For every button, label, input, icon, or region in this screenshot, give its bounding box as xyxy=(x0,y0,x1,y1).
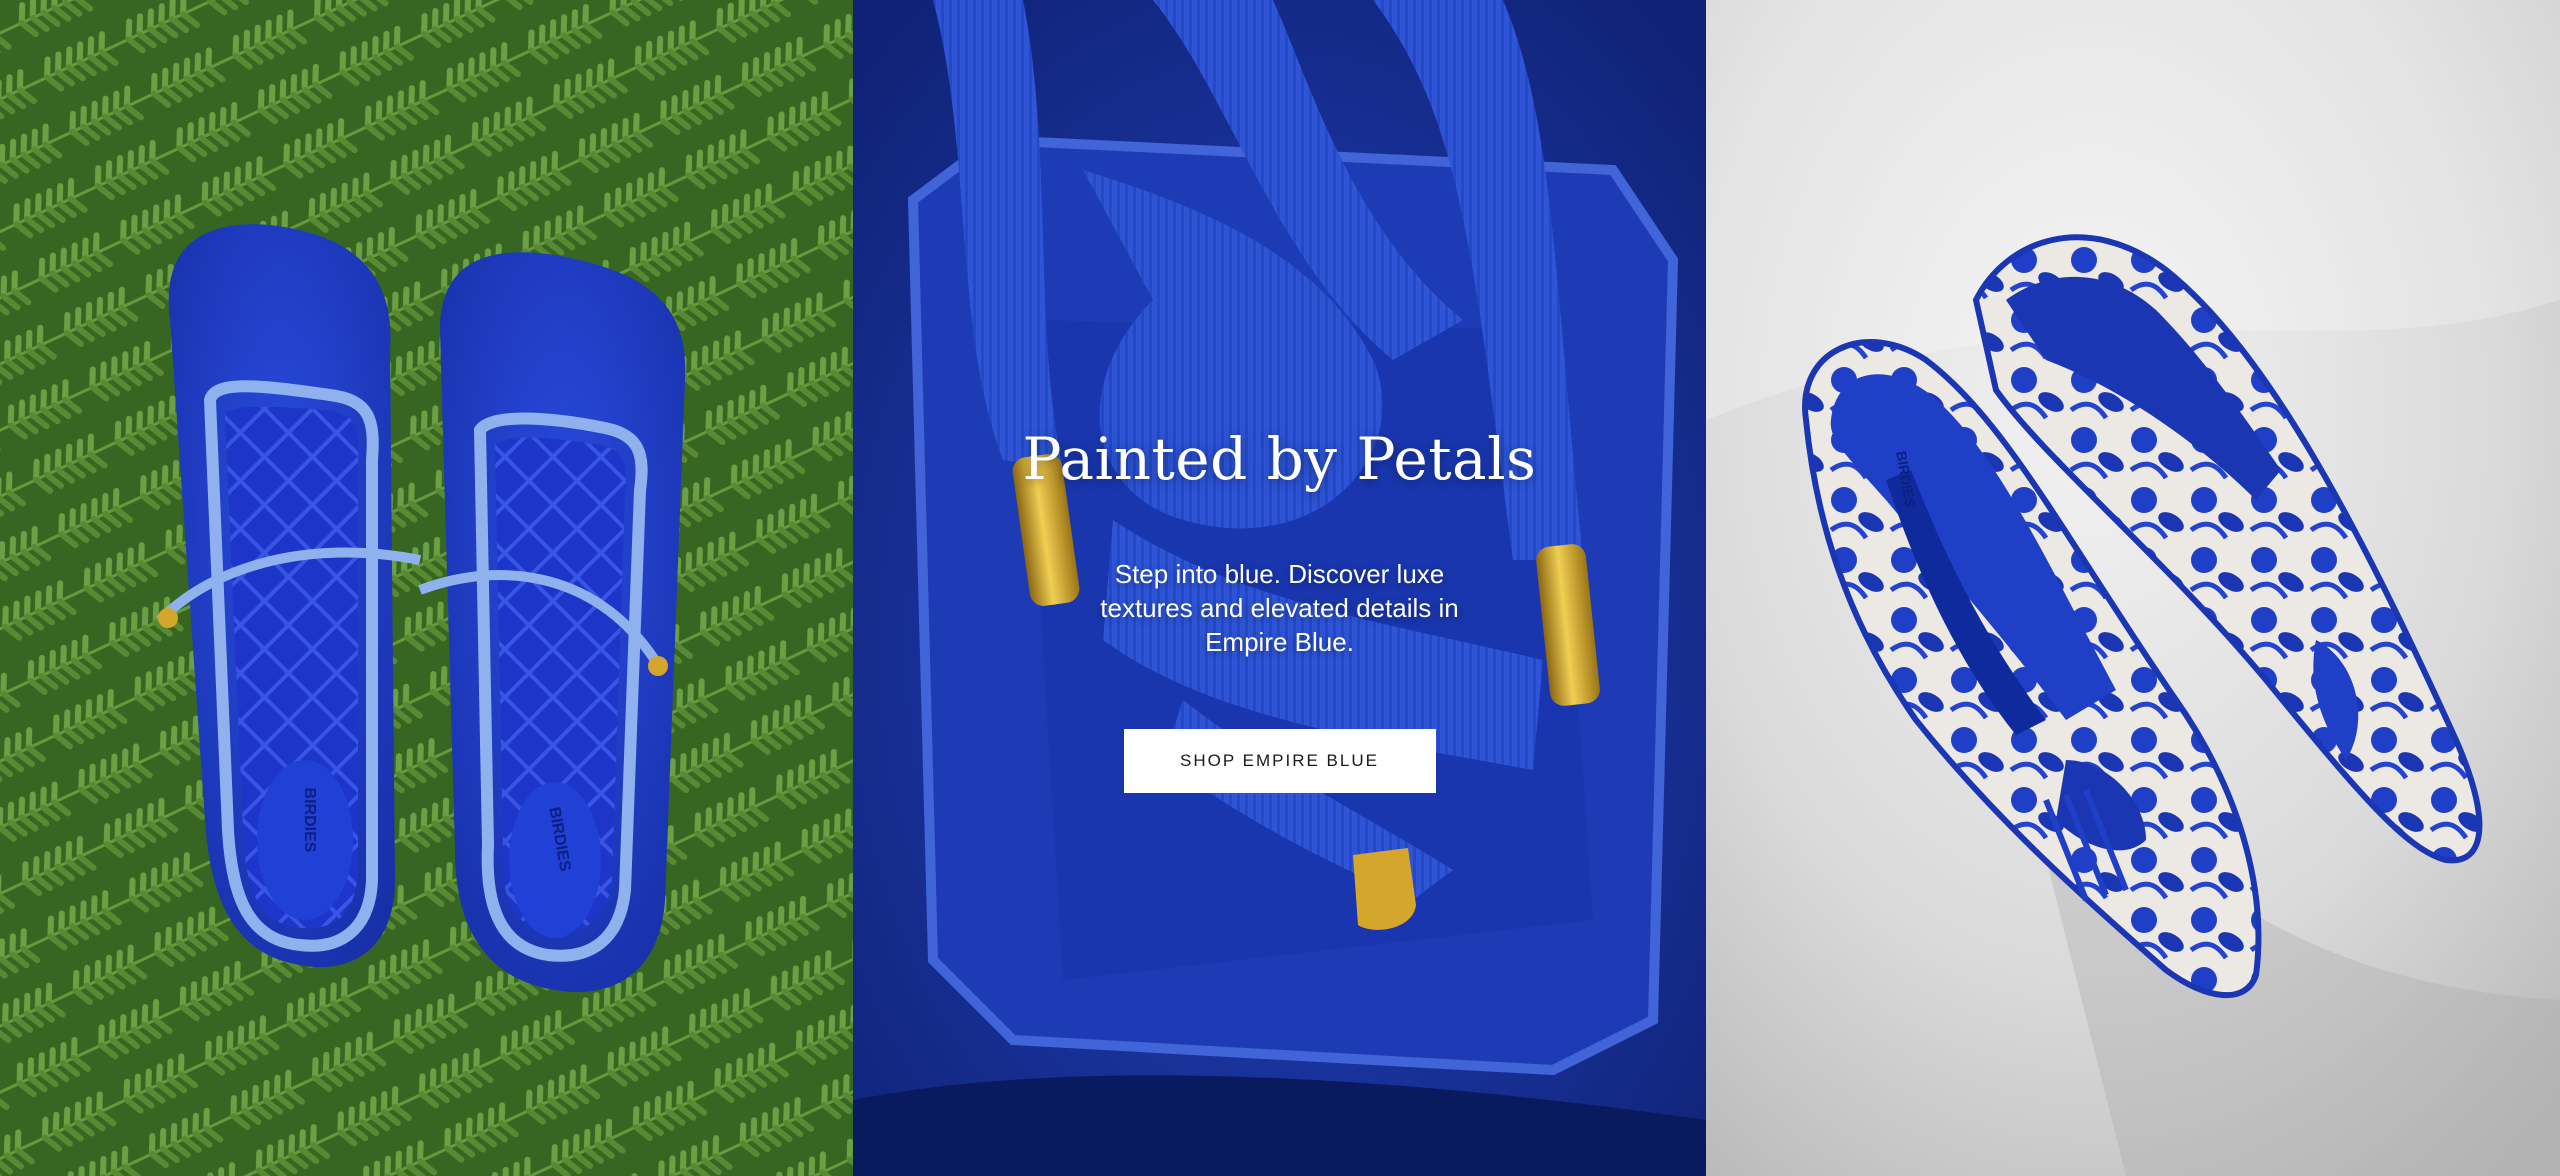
panel-embroidered-loafers-marble[interactable]: BIRDIES xyxy=(1706,0,2560,1176)
velvet-bag-image xyxy=(853,0,1706,1176)
panel-blue-flats-on-ferns[interactable]: BIRDIES BIRDIES xyxy=(0,0,853,1176)
flats-on-ferns-image: BIRDIES BIRDIES xyxy=(0,0,853,1176)
panel-velvet-bag-ribbons[interactable] xyxy=(853,0,1706,1176)
shop-empire-blue-button[interactable]: SHOP EMPIRE BLUE xyxy=(1123,728,1436,793)
insole-brand-left: BIRDIES xyxy=(301,788,318,853)
embroidered-loafers-image: BIRDIES xyxy=(1706,0,2560,1176)
hero-banner: BIRDIES BIRDIES BIRDIES Painted by Petal… xyxy=(0,0,2560,1176)
